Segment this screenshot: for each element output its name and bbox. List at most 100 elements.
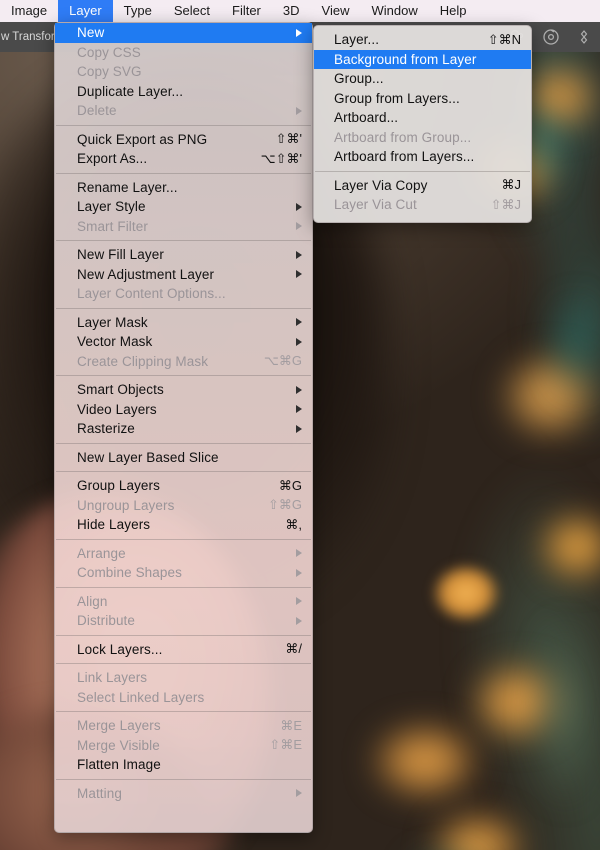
menu-item-new-adjustment-layer[interactable]: New Adjustment Layer: [55, 265, 312, 285]
menu-separator: [56, 471, 311, 472]
submenu-arrow-icon: [296, 616, 302, 625]
menu-separator: [315, 170, 530, 172]
menu-item-select-linked-layers: Select Linked Layers: [55, 688, 312, 708]
menubar-item-window[interactable]: Window: [360, 0, 428, 22]
menu-separator: [56, 307, 311, 309]
menu-item-group-from-layers[interactable]: Group from Layers...: [314, 89, 531, 109]
submenu-arrow-icon: [296, 318, 302, 327]
menu-item-layer-via-copy[interactable]: Layer Via Copy ⌘J: [314, 176, 531, 196]
menu-item-quick-export-as-png[interactable]: Quick Export as PNG ⇧⌘': [55, 130, 312, 150]
menu-separator: [56, 172, 311, 174]
menu-item-label: Video Layers: [77, 401, 157, 417]
menu-item-smart-filter: Smart Filter: [55, 217, 312, 237]
menu-item-merge-layers: Merge Layers ⌘E: [55, 716, 312, 736]
submenu-arrow-icon: [296, 385, 302, 394]
menu-item-background-from-layer[interactable]: Background from Layer: [314, 49, 531, 69]
submenu-arrow-icon: [296, 789, 302, 798]
submenu-arrow-icon: [296, 222, 302, 231]
menu-item-group[interactable]: Group...: [314, 69, 531, 89]
menu-item-label: Rename Layer...: [77, 179, 178, 195]
menu-item-label: Select Linked Layers: [77, 689, 205, 705]
menu-item-label: Hide Layers: [77, 517, 151, 533]
menu-item-shortcut: ⌘G: [278, 477, 302, 493]
menu-item-align: Align: [55, 592, 312, 612]
menu-item-new-layer-based-slice[interactable]: New Layer Based Slice: [55, 448, 312, 468]
menu-item-video-layers[interactable]: Video Layers: [55, 400, 312, 420]
layer-menu-panel[interactable]: New Copy CSS Copy SVG Duplicate Layer... Del…: [54, 22, 313, 833]
new-submenu-panel[interactable]: Layer... ⇧⌘N Background from Layer Group...…: [313, 25, 532, 223]
menu-item-label: Vector Mask: [77, 334, 153, 350]
menu-item-layer-style[interactable]: Layer Style: [55, 197, 312, 217]
menu-item-label: Group...: [334, 71, 384, 87]
menu-item-label: Distribute: [77, 613, 136, 629]
menu-item-combine-shapes: Combine Shapes: [55, 563, 312, 583]
menubar-item-image[interactable]: Image: [0, 0, 58, 22]
menu-item-label: Create Clipping Mask: [77, 353, 209, 369]
menu-item-shortcut: ⌥⌘G: [263, 353, 302, 369]
menu-separator: [56, 711, 311, 712]
menubar-item-help[interactable]: Help: [429, 0, 478, 22]
menu-item-label: Lock Layers...: [77, 641, 163, 657]
menubar-item-select[interactable]: Select: [163, 0, 221, 22]
submenu-arrow-icon: [296, 549, 302, 558]
submenu-arrow-icon: [296, 250, 302, 259]
menu-item-artboard-from-group: Artboard from Group...: [314, 128, 531, 148]
menu-item-label: Duplicate Layer...: [77, 83, 184, 99]
menu-separator: [56, 778, 311, 780]
menu-item-matting: Matting: [55, 784, 312, 804]
menu-item-label: Group from Layers...: [334, 90, 460, 106]
share-icon[interactable]: [574, 27, 594, 47]
menu-item-label: Export As...: [77, 151, 148, 167]
menu-item-flatten-image[interactable]: Flatten Image: [55, 755, 312, 775]
menubar-item-type[interactable]: Type: [113, 0, 163, 22]
menu-item-artboard-from-layers[interactable]: Artboard from Layers...: [314, 147, 531, 167]
menu-item-smart-objects[interactable]: Smart Objects: [55, 380, 312, 400]
submenu-arrow-icon: [296, 568, 302, 577]
menu-item-shortcut: ⌘E: [280, 717, 302, 733]
menu-item-label: New Layer Based Slice: [77, 449, 219, 465]
submenu-arrow-icon: [296, 28, 302, 37]
menu-item-layer[interactable]: Layer... ⇧⌘N: [314, 30, 531, 50]
menu-item-label: Layer Mask: [77, 314, 148, 330]
menu-item-hide-layers[interactable]: Hide Layers ⌘,: [55, 515, 312, 535]
photo-flower: [370, 722, 480, 800]
menu-item-label: Copy SVG: [77, 64, 142, 80]
menu-item-rename-layer[interactable]: Rename Layer...: [55, 178, 312, 198]
menu-item-shortcut: ⇧⌘N: [487, 31, 521, 47]
menu-item-shortcut: ⌘J: [501, 177, 522, 193]
menu-item-label: Layer Via Copy: [334, 177, 428, 193]
menu-item-delete: Delete: [55, 101, 312, 121]
menu-item-duplicate-layer[interactable]: Duplicate Layer...: [55, 82, 312, 102]
menu-bar[interactable]: Image Layer Type Select Filter 3D View Window He…: [0, 0, 600, 22]
menu-item-lock-layers[interactable]: Lock Layers... ⌘/: [55, 640, 312, 660]
menu-item-label: New Adjustment Layer: [77, 266, 215, 282]
menu-item-label: Link Layers: [77, 670, 148, 686]
menu-item-label: Align: [77, 593, 108, 609]
menu-item-export-as[interactable]: Export As... ⌥⇧⌘': [55, 149, 312, 169]
menu-item-new[interactable]: New: [55, 23, 312, 43]
menubar-item-view[interactable]: View: [311, 0, 361, 22]
menu-item-label: Combine Shapes: [77, 565, 182, 581]
menu-item-label: Matting: [77, 785, 122, 801]
menu-separator: [56, 538, 311, 540]
menubar-item-filter[interactable]: Filter: [221, 0, 272, 22]
menu-item-artboard[interactable]: Artboard...: [314, 108, 531, 128]
menu-item-shortcut: ⌘/: [285, 641, 302, 657]
menu-item-shortcut: ⌘,: [285, 516, 302, 532]
submenu-arrow-icon: [296, 337, 302, 346]
menu-item-label: Delete: [77, 103, 117, 119]
menu-item-layer-mask[interactable]: Layer Mask: [55, 313, 312, 333]
menu-item-rasterize[interactable]: Rasterize: [55, 419, 312, 439]
menu-item-new-fill-layer[interactable]: New Fill Layer: [55, 245, 312, 265]
menubar-item-layer[interactable]: Layer: [58, 0, 113, 22]
menu-item-group-layers[interactable]: Group Layers ⌘G: [55, 476, 312, 496]
menu-item-vector-mask[interactable]: Vector Mask: [55, 332, 312, 352]
menu-item-label: Copy CSS: [77, 44, 141, 60]
menu-item-label: Layer Via Cut: [334, 197, 417, 213]
menu-separator: [56, 442, 311, 444]
menu-item-label: Merge Visible: [77, 737, 160, 753]
menu-item-label: Artboard from Group...: [334, 129, 472, 145]
menubar-item-3d[interactable]: 3D: [272, 0, 311, 22]
menu-separator: [56, 124, 311, 126]
workspace-icon[interactable]: [541, 27, 561, 47]
